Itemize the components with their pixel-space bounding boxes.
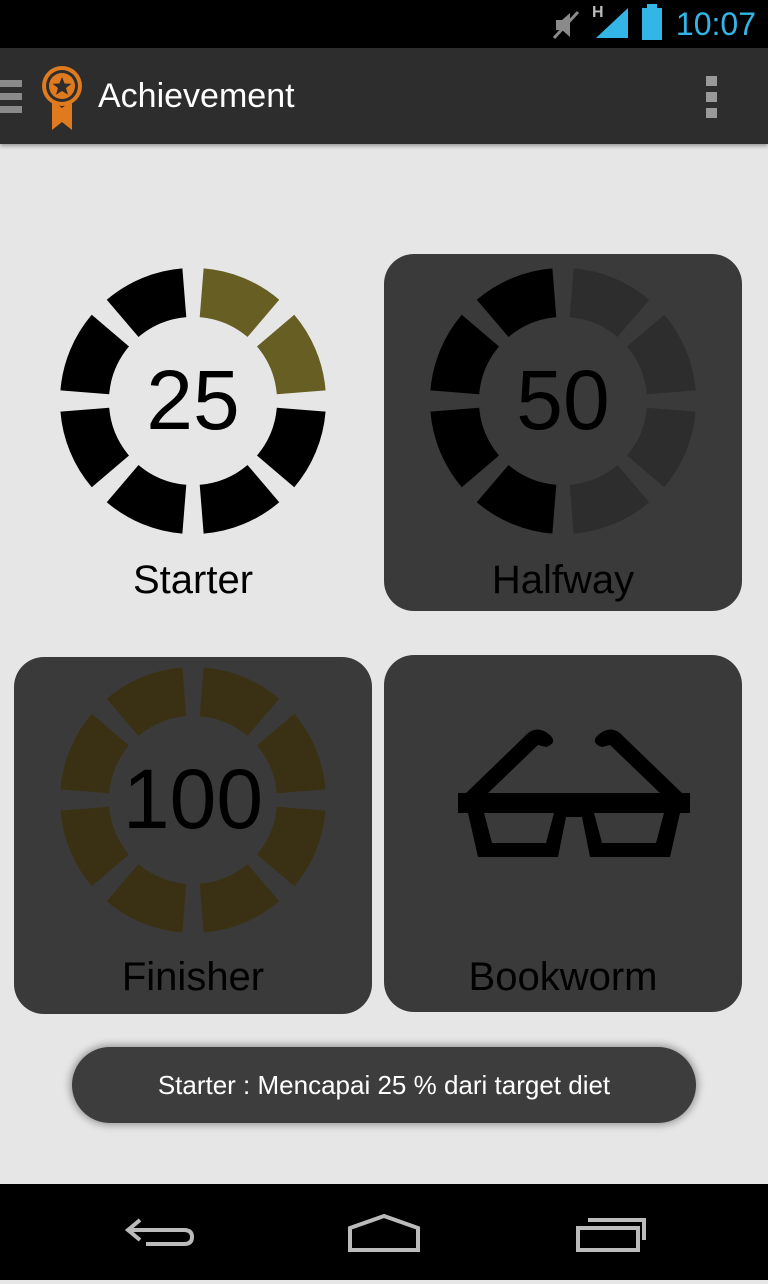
achievement-tile-bookworm[interactable]: Bookworm: [384, 655, 742, 1012]
recents-icon: [576, 1218, 646, 1252]
progress-ring-icon: 25: [60, 268, 326, 534]
progress-ring-icon: 100: [60, 667, 326, 933]
battery-icon: [642, 4, 662, 40]
overflow-menu-icon: [706, 76, 717, 118]
action-bar: Achievement: [0, 48, 768, 144]
award-badge-icon: [42, 66, 82, 130]
signal-icon: [596, 8, 628, 38]
drawer-indicator-icon: [0, 80, 22, 113]
achievement-number: 100: [123, 752, 263, 846]
recents-button[interactable]: [550, 1184, 670, 1280]
overflow-menu-button[interactable]: [692, 72, 732, 120]
achievement-label: Halfway: [491, 558, 635, 602]
muted-icon: [552, 10, 580, 40]
achievement-tile-starter[interactable]: 25 Starter: [14, 254, 372, 611]
achievement-label: Starter: [132, 558, 254, 602]
navigation-bar: [0, 1184, 768, 1280]
toast-message: Starter : Mencapai 25 % dari target diet: [72, 1047, 696, 1123]
achievement-tile-halfway[interactable]: 50 Halfway: [384, 254, 742, 611]
status-time: 10:07: [675, 6, 756, 42]
back-button[interactable]: [100, 1184, 220, 1280]
achievement-tile-finisher[interactable]: 100 Finisher: [14, 657, 372, 1014]
page-title: Achievement: [98, 77, 295, 115]
glasses-icon: [458, 729, 690, 857]
status-bar: H 10:07: [0, 0, 768, 48]
home-button[interactable]: [324, 1184, 444, 1280]
achievement-number: 50: [516, 353, 609, 447]
progress-ring-icon: 50: [430, 268, 696, 534]
achievement-number: 25: [146, 353, 239, 447]
achievement-label: Finisher: [121, 955, 265, 999]
back-icon: [124, 1218, 195, 1246]
achievement-label: Bookworm: [468, 955, 658, 999]
home-icon: [348, 1213, 420, 1252]
drawer-toggle-button[interactable]: [0, 78, 24, 116]
